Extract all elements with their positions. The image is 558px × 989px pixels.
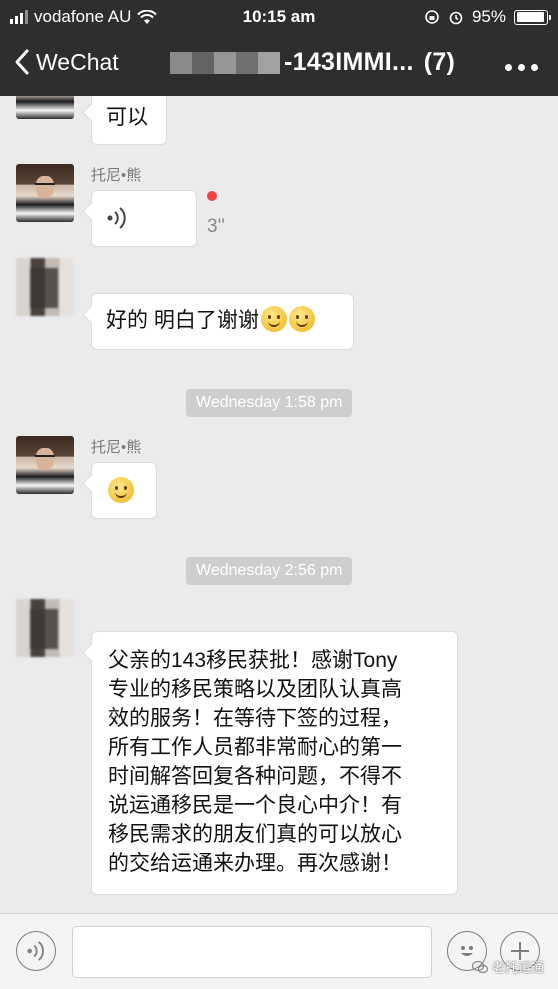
battery-icon [514,9,551,25]
nav-bar: WeChat -143IMMI... (7) [0,34,558,96]
voice-duration: 3'' [207,216,225,237]
back-label: WeChat [36,48,119,75]
alarm-icon [449,11,463,25]
emoji-icon [260,306,287,332]
chat-title-text: -143IMMI... [284,48,414,76]
message-input[interactable] [72,926,432,978]
sender-name: 托尼•熊 [91,167,142,184]
status-bar: vodafone AU 10:15 am 95% [0,0,558,34]
message-line: 效的服务！在等待下签的过程， [108,707,402,730]
message-line: 所有工作人员都非常耐心的第一 [108,736,402,759]
voice-input-button[interactable] [16,931,56,971]
unread-dot [207,191,217,201]
emoji-message-bubble[interactable] [91,462,157,519]
avatar[interactable] [16,258,74,316]
message-line: 移民需求的朋友们真的可以放心 [108,823,402,846]
back-button[interactable]: WeChat [14,48,119,76]
message-bubble[interactable]: 可以 [91,96,167,145]
more-icon[interactable] [505,64,538,71]
message-line: 父亲的143移民获批！感谢Tony [108,649,398,672]
message-text: 好的 明白了谢谢 [106,309,259,332]
wechat-logo-icon [471,960,488,973]
emoji-icon [288,306,315,332]
rotation-lock-icon [425,10,439,24]
message-line: 时间解答回复各种问题，不得不 [108,765,402,788]
message-line: 专业的移民策略以及团队认真高 [108,678,402,701]
watermark-text: 老托运通 [491,960,544,975]
message-line: 说运通移民是一个良心中介！有 [108,794,402,817]
redacted-name [170,51,280,74]
chevron-left-icon [15,49,29,75]
emoji-icon [108,477,134,503]
member-count: (7) [423,48,456,76]
message-line: 的交给运通来办理。再次感谢！ [108,852,402,875]
message-bubble[interactable]: 好的 明白了谢谢 [91,293,354,350]
watermark: 老托运通 [471,957,544,976]
voice-message-bubble[interactable] [91,190,197,247]
avatar[interactable] [16,599,74,657]
battery-percent: 95% [471,7,506,26]
voice-icon [27,941,44,961]
chat-title: -143IMMI... (7) [170,48,455,77]
message-text: 可以 [106,106,148,129]
message-bubble[interactable]: 父亲的143移民获批！感谢Tony 专业的移民策略以及团队认真高 效的服务！在等… [91,631,458,895]
sender-name: 托尼•熊 [91,439,142,456]
input-bar: 老托运通 [0,913,558,989]
timestamp: Wednesday 1:58 pm [186,389,353,417]
chat-area: 可以 托尼•熊 3'' 好的 明白了谢谢 Wednesday 1:58 pm 托… [0,96,558,913]
avatar[interactable] [16,436,74,494]
avatar[interactable] [16,164,74,222]
avatar[interactable] [16,96,74,119]
timestamp: Wednesday 2:56 pm [186,557,353,585]
voice-icon [106,206,128,238]
